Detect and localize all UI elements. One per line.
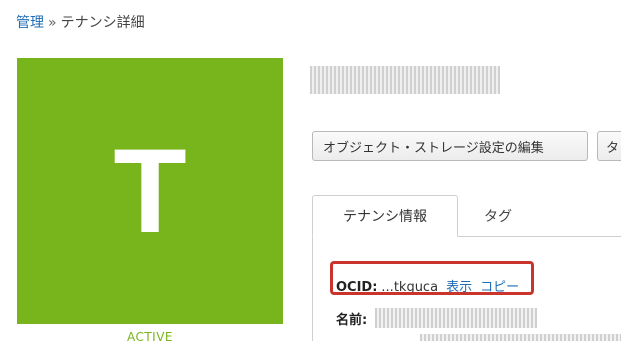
breadcrumb: 管理» テナンシ詳細 <box>16 13 145 33</box>
breadcrumb-current: テナンシ詳細 <box>60 15 145 31</box>
page-title-redacted <box>310 66 500 94</box>
name-label: 名前: <box>336 312 368 328</box>
name-value-redacted <box>375 308 538 328</box>
tenancy-avatar-letter: T <box>113 124 187 258</box>
detail-row-redacted <box>420 334 621 341</box>
edit-object-storage-settings-button[interactable]: オブジェクト・ストレージ設定の編集 <box>312 131 588 161</box>
ocid-highlight-box <box>330 261 534 295</box>
second-action-button[interactable]: タ <box>597 131 621 161</box>
tenancy-avatar-tile: T <box>17 58 283 324</box>
tab-tags[interactable]: タグ <box>468 195 528 237</box>
breadcrumb-link-admin[interactable]: 管理 <box>16 15 44 31</box>
tab-tenancy-info[interactable]: テナンシ情報 <box>312 195 458 237</box>
details-tabs: テナンシ情報 タグ <box>312 195 621 237</box>
name-row: 名前: <box>336 308 538 328</box>
breadcrumb-separator: » <box>48 15 57 31</box>
tenancy-status-label: ACTIVE <box>126 330 174 344</box>
